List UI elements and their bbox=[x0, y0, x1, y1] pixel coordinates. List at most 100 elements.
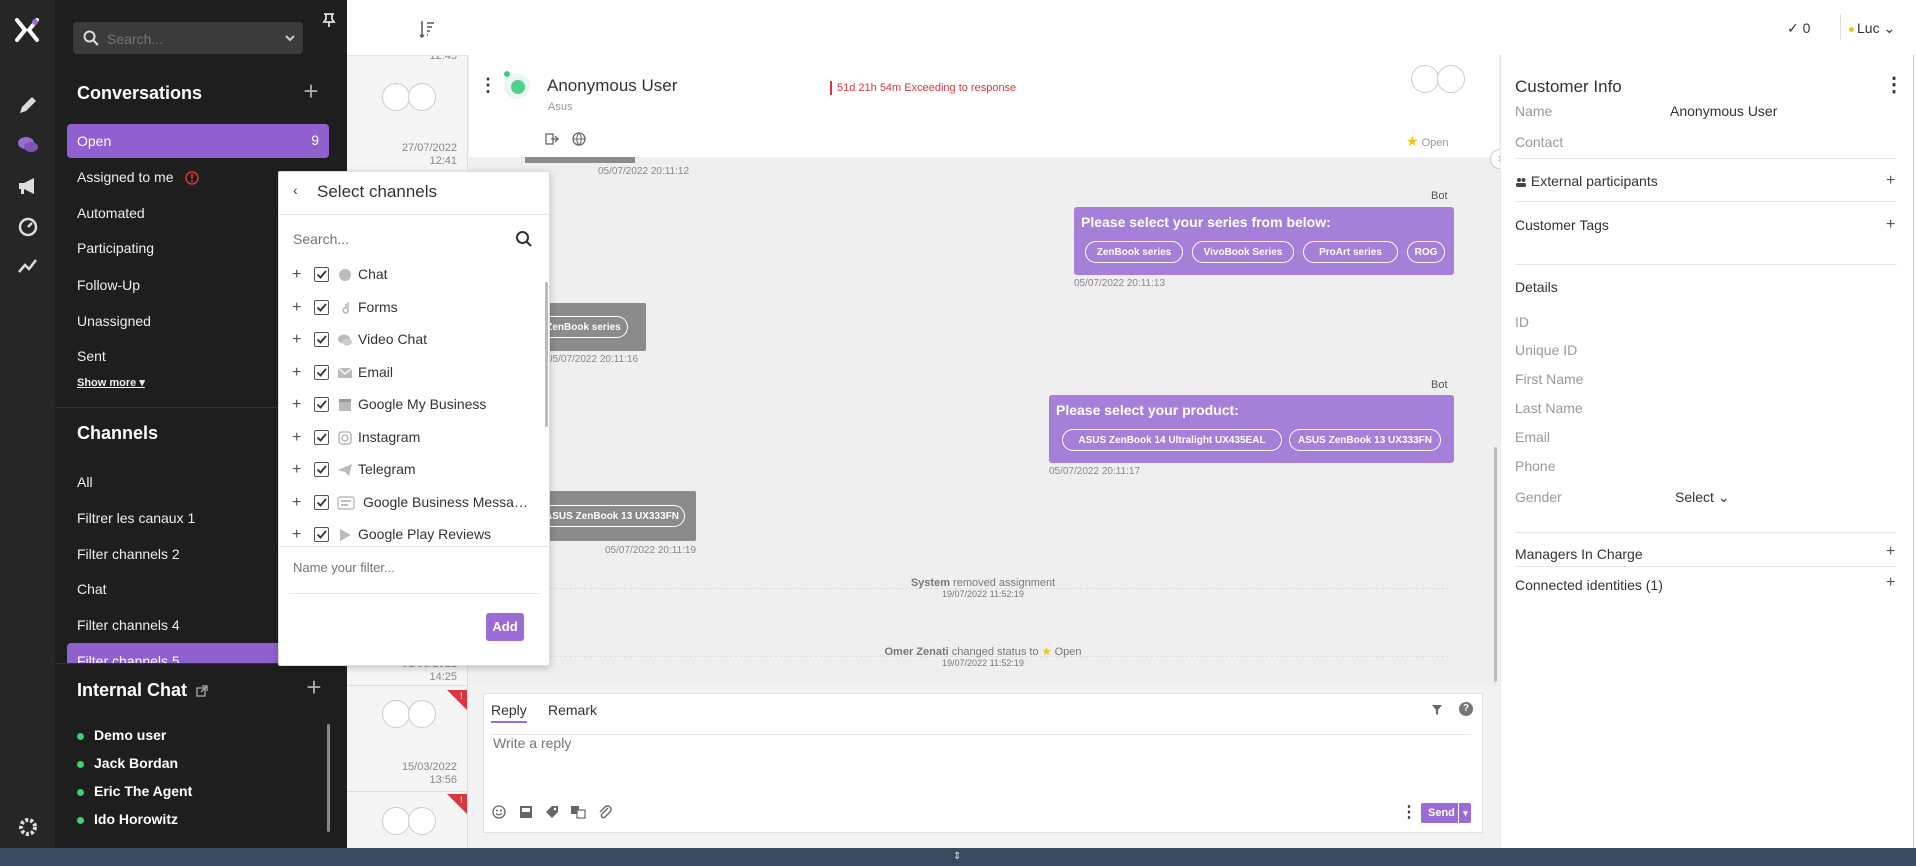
channel-filter-item[interactable]: Filter channels 4 bbox=[77, 617, 180, 633]
help-icon[interactable]: ? bbox=[1459, 702, 1473, 716]
external-link-icon[interactable] bbox=[196, 685, 208, 697]
channel-option[interactable]: + Instagram bbox=[279, 426, 549, 452]
expand-icon[interactable]: + bbox=[292, 396, 301, 414]
channel-checkbox[interactable] bbox=[314, 494, 329, 510]
internal-user-item[interactable]: Jack Bordan bbox=[94, 755, 178, 771]
show-more-link[interactable]: Show more ▾ bbox=[77, 376, 145, 389]
channel-option[interactable]: + Email bbox=[279, 361, 549, 387]
quick-reply-option[interactable]: ASUS ZenBook 13 UX333FN bbox=[1289, 429, 1441, 451]
sidebar-search-input[interactable] bbox=[105, 28, 269, 50]
customer-tags-section[interactable]: Customer Tags bbox=[1515, 217, 1609, 233]
assignee-avatars[interactable] bbox=[382, 807, 442, 837]
channel-option[interactable]: + Google Play Reviews bbox=[279, 523, 549, 546]
globe-icon[interactable] bbox=[572, 132, 586, 146]
sidebar-item-sent[interactable]: Sent bbox=[77, 348, 106, 364]
field-label[interactable]: Unique ID bbox=[1515, 342, 1577, 358]
tab-remark[interactable]: Remark bbox=[548, 702, 597, 718]
pencil-icon[interactable] bbox=[16, 93, 40, 117]
pin-icon[interactable] bbox=[322, 12, 336, 28]
field-label[interactable]: Last Name bbox=[1515, 400, 1583, 416]
scrollbar[interactable] bbox=[1494, 447, 1497, 682]
quick-reply-option[interactable]: VivoBook Series bbox=[1192, 241, 1294, 263]
send-options-chevron-icon[interactable]: ▾ bbox=[1458, 803, 1472, 823]
translate-icon[interactable] bbox=[570, 805, 586, 819]
sidebar-item-assigned-to-me[interactable]: Assigned to me bbox=[77, 169, 200, 186]
expand-icon[interactable]: + bbox=[292, 364, 301, 382]
connected-identities-section[interactable]: Connected identities (1) bbox=[1515, 577, 1663, 593]
send-button[interactable]: Send ▾ bbox=[1421, 803, 1471, 823]
internal-user-item[interactable]: Eric The Agent bbox=[94, 783, 192, 799]
quick-reply-option[interactable]: ASUS ZenBook 14 Ultralight UX435EAL bbox=[1062, 429, 1282, 451]
channel-checkbox[interactable] bbox=[314, 299, 329, 315]
back-chevron-icon[interactable]: ‹ bbox=[293, 182, 298, 198]
assignee-avatars[interactable] bbox=[1411, 65, 1471, 95]
add-manager-button[interactable]: + bbox=[1886, 543, 1895, 561]
attachment-icon[interactable] bbox=[598, 804, 612, 820]
field-label[interactable]: Email bbox=[1515, 429, 1550, 445]
sidebar-search[interactable] bbox=[73, 22, 303, 54]
search-icon[interactable] bbox=[515, 230, 533, 248]
field-label[interactable]: Phone bbox=[1515, 458, 1555, 474]
sort-icon[interactable] bbox=[419, 20, 435, 38]
gender-select[interactable]: Select ⌄ bbox=[1675, 489, 1730, 506]
expand-icon[interactable]: + bbox=[292, 461, 301, 479]
channel-filter-item[interactable]: Filter channels 2 bbox=[77, 546, 180, 562]
channel-checkbox[interactable] bbox=[314, 267, 329, 282]
conversations-icon[interactable] bbox=[16, 133, 40, 157]
internal-user-item[interactable]: Ido Horowitz bbox=[94, 811, 178, 827]
resize-handle-icon[interactable]: ⇕ bbox=[953, 851, 961, 862]
user-menu[interactable]: Luc ⌄ bbox=[1849, 20, 1895, 37]
reply-input[interactable] bbox=[491, 733, 1465, 797]
channel-checkbox[interactable] bbox=[314, 527, 329, 542]
assignee-avatars[interactable] bbox=[382, 700, 442, 730]
channel-checkbox[interactable] bbox=[314, 364, 329, 380]
channel-option[interactable]: + Google My Business bbox=[279, 393, 549, 419]
add-external-participant-button[interactable]: + bbox=[1886, 172, 1895, 190]
filter-icon[interactable] bbox=[1431, 704, 1443, 716]
expand-icon[interactable]: + bbox=[292, 494, 301, 512]
add-tag-button[interactable]: + bbox=[1886, 216, 1895, 234]
check-counter[interactable]: ✓ 0 bbox=[1787, 20, 1810, 37]
channel-filter-item[interactable]: All bbox=[77, 474, 93, 490]
template-icon[interactable] bbox=[519, 805, 533, 819]
sidebar-item-automated[interactable]: Automated bbox=[77, 205, 145, 221]
channel-option[interactable]: + Forms bbox=[279, 296, 549, 322]
sidebar-item-open[interactable]: Open 9 bbox=[67, 124, 329, 158]
expand-icon[interactable]: + bbox=[292, 331, 301, 349]
filter-name-input[interactable] bbox=[291, 554, 535, 580]
add-conversation-button[interactable]: + bbox=[300, 78, 322, 104]
channel-search-input[interactable] bbox=[291, 228, 495, 250]
channel-option[interactable]: + Google Business Messages bbox=[279, 491, 549, 517]
quick-reply-option[interactable]: ROG bbox=[1407, 241, 1445, 263]
channel-filter-item[interactable]: Chat bbox=[77, 581, 107, 597]
channel-checkbox[interactable] bbox=[314, 462, 329, 477]
channel-checkbox[interactable] bbox=[314, 332, 329, 347]
add-identity-button[interactable]: + bbox=[1886, 574, 1895, 592]
scrollbar[interactable] bbox=[545, 282, 548, 427]
scrollbar[interactable] bbox=[327, 724, 330, 832]
channel-filter-item[interactable]: Filtrer les canaux 1 bbox=[77, 510, 195, 526]
internal-user-item[interactable]: Demo user bbox=[94, 727, 166, 743]
analytics-icon[interactable] bbox=[16, 254, 40, 278]
channel-option[interactable]: + Video Chat bbox=[279, 328, 549, 354]
logo-icon[interactable] bbox=[13, 16, 41, 44]
kebab-menu-icon[interactable]: ⋮ bbox=[479, 75, 497, 96]
managers-in-charge-section[interactable]: Managers In Charge bbox=[1515, 546, 1643, 562]
expand-icon[interactable]: + bbox=[292, 429, 301, 447]
quick-reply-option[interactable]: ProArt series bbox=[1303, 241, 1398, 263]
more-options-icon[interactable]: ⋮ bbox=[1401, 802, 1417, 822]
tag-icon[interactable] bbox=[545, 805, 559, 819]
tab-reply[interactable]: Reply bbox=[491, 702, 527, 723]
expand-icon[interactable]: + bbox=[292, 266, 301, 284]
field-label[interactable]: First Name bbox=[1515, 371, 1583, 387]
expand-icon[interactable]: + bbox=[292, 526, 301, 544]
quick-reply-option[interactable]: ZenBook series bbox=[1085, 241, 1183, 263]
sidebar-item-participating[interactable]: Participating bbox=[77, 240, 154, 256]
channel-checkbox[interactable] bbox=[314, 429, 329, 445]
exit-icon[interactable] bbox=[545, 133, 559, 145]
emoji-icon[interactable] bbox=[492, 805, 506, 819]
window-resize-bar[interactable]: ⇕ bbox=[0, 848, 1916, 866]
megaphone-icon[interactable] bbox=[16, 174, 40, 198]
dashboard-icon[interactable] bbox=[16, 214, 40, 238]
chevron-down-icon[interactable] bbox=[285, 31, 295, 45]
